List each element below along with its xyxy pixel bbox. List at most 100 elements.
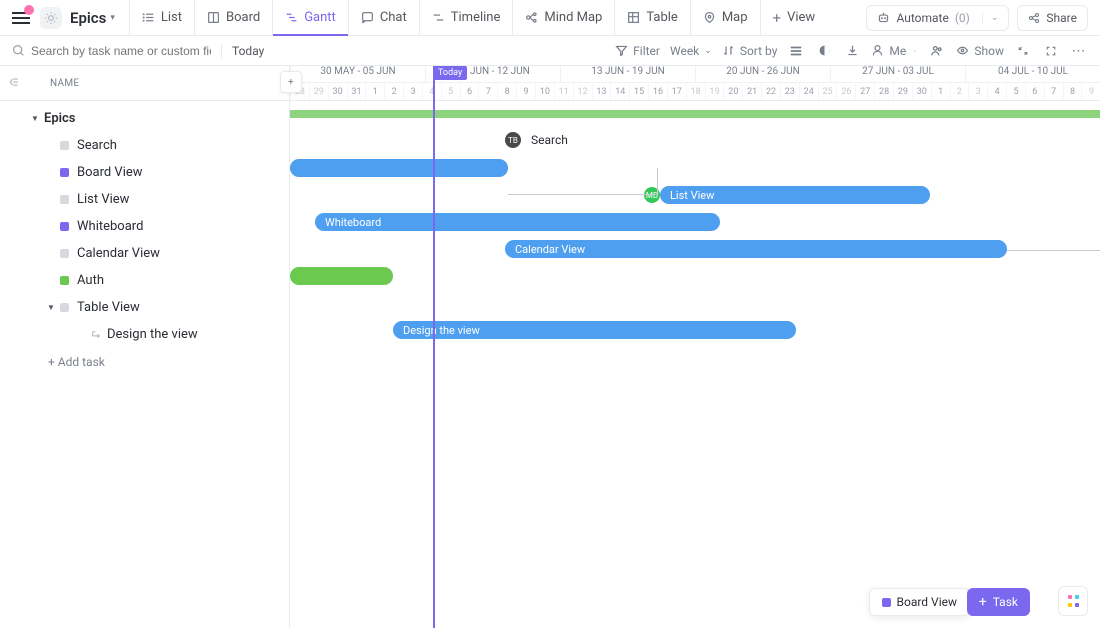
settings-icon[interactable]	[787, 42, 805, 60]
day-cell: 30	[912, 83, 931, 100]
floating-new-task-button[interactable]: +Task	[967, 588, 1030, 616]
task-row-table[interactable]: ▼Table View	[0, 294, 289, 321]
task-row-list[interactable]: List View	[0, 186, 289, 213]
task-name: Calendar View	[77, 246, 160, 261]
bar-label: Whiteboard	[325, 216, 381, 229]
day-cell: 18	[686, 83, 705, 100]
search-wrap[interactable]	[12, 44, 211, 58]
contrast-icon[interactable]	[815, 42, 833, 60]
floating-bv-label: Board View	[897, 595, 958, 609]
calendar-bar[interactable]: Calendar View	[505, 240, 1007, 258]
epics-summary-bar[interactable]	[290, 110, 1100, 118]
space-icon[interactable]	[40, 7, 62, 29]
add-task-button[interactable]: + Add task	[0, 348, 289, 375]
task-name: Design the view	[107, 327, 198, 342]
timeline-pane[interactable]: 30 MAY - 05 JUN06 JUN - 12 JUN13 JUN - 1…	[290, 66, 1100, 628]
status-square	[60, 168, 69, 177]
subtask-row-design[interactable]: Design the view	[0, 321, 289, 348]
gantt-row-search: TBSearch	[290, 128, 1100, 155]
task-row-board[interactable]: Board View	[0, 159, 289, 186]
day-cell: 8	[1063, 83, 1082, 100]
tab-chat[interactable]: Chat	[348, 0, 419, 36]
tab-map[interactable]: Map	[690, 0, 760, 36]
design-bar[interactable]: Design the view	[393, 321, 796, 339]
day-cell: 30	[328, 83, 347, 100]
notification-badge	[24, 5, 34, 15]
epic-group-row[interactable]: ▼ Epics	[0, 105, 289, 132]
day-cell: 13	[592, 83, 611, 100]
collapse-icon[interactable]: ▼	[46, 303, 56, 312]
day-header: 2829303112345678910111213141516171819202…	[290, 83, 1100, 101]
day-cell: 28	[874, 83, 893, 100]
task-list-pane: NAME + ▼Epics Search Board View List Vie…	[0, 66, 290, 628]
task-row-calendar[interactable]: Calendar View	[0, 240, 289, 267]
task-row-auth[interactable]: Auth	[0, 267, 289, 294]
task-row-whiteboard[interactable]: Whiteboard	[0, 213, 289, 240]
collapse-icon[interactable]: ▼	[30, 114, 40, 123]
tab-table[interactable]: Table	[614, 0, 689, 36]
week-dropdown[interactable]: Week⌄	[670, 44, 712, 58]
collapse-icon[interactable]	[1014, 42, 1032, 60]
board-bar[interactable]	[290, 159, 508, 177]
tab-board[interactable]: Board	[194, 0, 272, 36]
day-cell: 12	[573, 83, 592, 100]
people-icon[interactable]	[928, 42, 946, 60]
fullscreen-icon[interactable]	[1042, 42, 1060, 60]
today-flag: Today	[433, 66, 467, 80]
gantt-row-board	[290, 155, 1100, 182]
day-cell: 9	[516, 83, 535, 100]
chevron-down-icon[interactable]: ⌄	[982, 13, 999, 23]
gantt-body: TBSearch List View MD Whiteboard Calenda…	[290, 101, 1100, 344]
week-cell: 30 MAY - 05 JUN	[290, 66, 425, 82]
task-name: Board View	[77, 165, 143, 180]
today-marker	[433, 66, 435, 628]
tab-gantt[interactable]: Gantt	[272, 0, 348, 36]
search-input[interactable]	[31, 44, 211, 58]
space-name[interactable]: Epics	[70, 9, 106, 27]
epics-label: Epics	[44, 111, 75, 126]
sort-button[interactable]: Sort by	[722, 44, 778, 58]
day-cell: 2	[950, 83, 969, 100]
floating-task-label: Task	[993, 595, 1018, 609]
gantt-row-epics	[290, 101, 1100, 128]
sort-label: Sort by	[740, 44, 778, 58]
day-cell: 7	[1044, 83, 1063, 100]
bar-label: Design the view	[403, 324, 480, 337]
tab-list[interactable]: List	[129, 0, 194, 36]
tab-timeline[interactable]: Timeline	[419, 0, 513, 36]
search-bar-label[interactable]: TBSearch	[505, 132, 568, 148]
show-button[interactable]: Show	[956, 44, 1004, 58]
task-row-search[interactable]: Search	[0, 132, 289, 159]
auth-bar[interactable]	[290, 267, 393, 285]
day-cell: 19	[705, 83, 724, 100]
add-view-button[interactable]: +View	[760, 0, 828, 36]
automate-button[interactable]: Automate (0) ⌄	[866, 5, 1009, 31]
download-icon[interactable]	[843, 42, 861, 60]
outdent-icon[interactable]	[8, 76, 20, 91]
me-filter[interactable]: Me·	[871, 44, 918, 58]
share-button[interactable]: Share	[1017, 5, 1088, 31]
whiteboard-bar[interactable]: Whiteboard	[315, 213, 720, 231]
filter-button[interactable]: Filter	[615, 44, 660, 58]
more-icon[interactable]: ⋯	[1070, 42, 1088, 60]
caret-down-icon[interactable]: ▾	[110, 13, 115, 23]
name-header-label: NAME	[50, 78, 79, 89]
day-cell: 10	[535, 83, 554, 100]
toolbar: Today Filter Week⌄ Sort by Me· Show ⋯	[0, 36, 1100, 66]
task-name: Search	[77, 138, 117, 153]
status-square	[60, 222, 69, 231]
day-cell: 9	[1081, 83, 1100, 100]
task-name: Auth	[77, 273, 104, 288]
view-tabs: List Board Gantt Chat Timeline Mind Map …	[129, 0, 867, 36]
list-bar[interactable]: List View	[660, 186, 930, 204]
tab-mindmap[interactable]: Mind Map	[512, 0, 614, 36]
automate-count: (0)	[955, 11, 970, 25]
subtask-icon	[90, 329, 101, 340]
share-icon	[1028, 12, 1040, 24]
add-column-button[interactable]: +	[280, 71, 302, 93]
day-cell: 6	[1025, 83, 1044, 100]
menu-icon[interactable]	[12, 9, 30, 27]
floating-board-view-button[interactable]: Board View	[869, 588, 971, 616]
today-link[interactable]: Today	[232, 44, 264, 58]
apps-button[interactable]	[1058, 586, 1088, 616]
